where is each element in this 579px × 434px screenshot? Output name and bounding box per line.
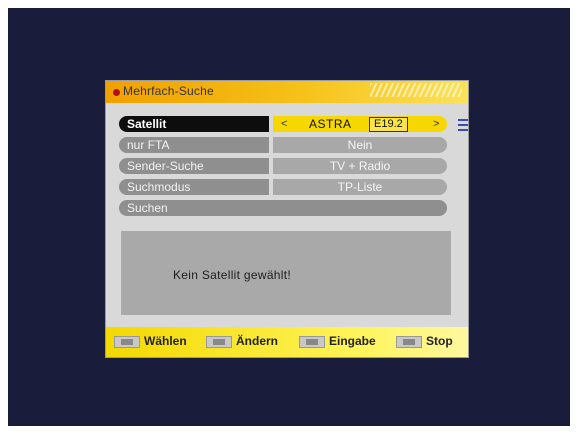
exit-key-icon	[396, 336, 422, 348]
satellite-selector[interactable]: < ASTRA E19.2 >	[273, 116, 447, 132]
satellite-position: E19.2	[369, 117, 408, 132]
satellite-label: Satellit	[119, 116, 269, 132]
search-mode-label: Suchmodus	[119, 179, 269, 195]
tv-screen: Mehrfach-Suche Satellit < ASTRA E19.2 > …	[8, 8, 570, 426]
hint-select-label: Wählen	[144, 334, 187, 348]
list-icon[interactable]	[458, 119, 468, 131]
left-right-key-icon	[206, 336, 232, 348]
search-button[interactable]: Suchen	[119, 200, 447, 216]
title-bar: Mehrfach-Suche	[106, 81, 468, 103]
fta-row[interactable]: nur FTA Nein	[119, 137, 447, 153]
satellite-row[interactable]: Satellit < ASTRA E19.2 >	[119, 116, 447, 132]
ok-key-icon	[299, 336, 325, 348]
fta-value[interactable]: Nein	[273, 137, 447, 153]
title-bullet-icon	[113, 89, 120, 96]
dialog-title: Mehrfach-Suche	[123, 84, 214, 98]
status-message: Kein Satellit gewählt!	[173, 268, 291, 282]
multi-search-dialog: Mehrfach-Suche Satellit < ASTRA E19.2 > …	[106, 81, 468, 357]
search-mode-value[interactable]: TP-Liste	[273, 179, 447, 195]
hint-enter-label: Eingabe	[329, 334, 376, 348]
message-area: Kein Satellit gewählt!	[121, 231, 451, 315]
title-decoration	[370, 83, 462, 97]
hint-stop-label: Stop	[426, 334, 453, 348]
hint-change-label: Ändern	[236, 334, 278, 348]
channel-search-label: Sender-Suche	[119, 158, 269, 174]
search-row[interactable]: Suchen	[119, 200, 447, 216]
arrow-right-icon[interactable]: >	[433, 116, 439, 132]
search-mode-row[interactable]: Suchmodus TP-Liste	[119, 179, 447, 195]
fta-label: nur FTA	[119, 137, 269, 153]
up-down-key-icon	[114, 336, 140, 348]
channel-search-row[interactable]: Sender-Suche TV + Radio	[119, 158, 447, 174]
arrow-left-icon[interactable]: <	[281, 116, 287, 132]
key-hints-bar: Wählen Ändern Eingabe Stop	[106, 327, 468, 357]
satellite-name: ASTRA	[309, 117, 352, 131]
channel-search-value[interactable]: TV + Radio	[273, 158, 447, 174]
